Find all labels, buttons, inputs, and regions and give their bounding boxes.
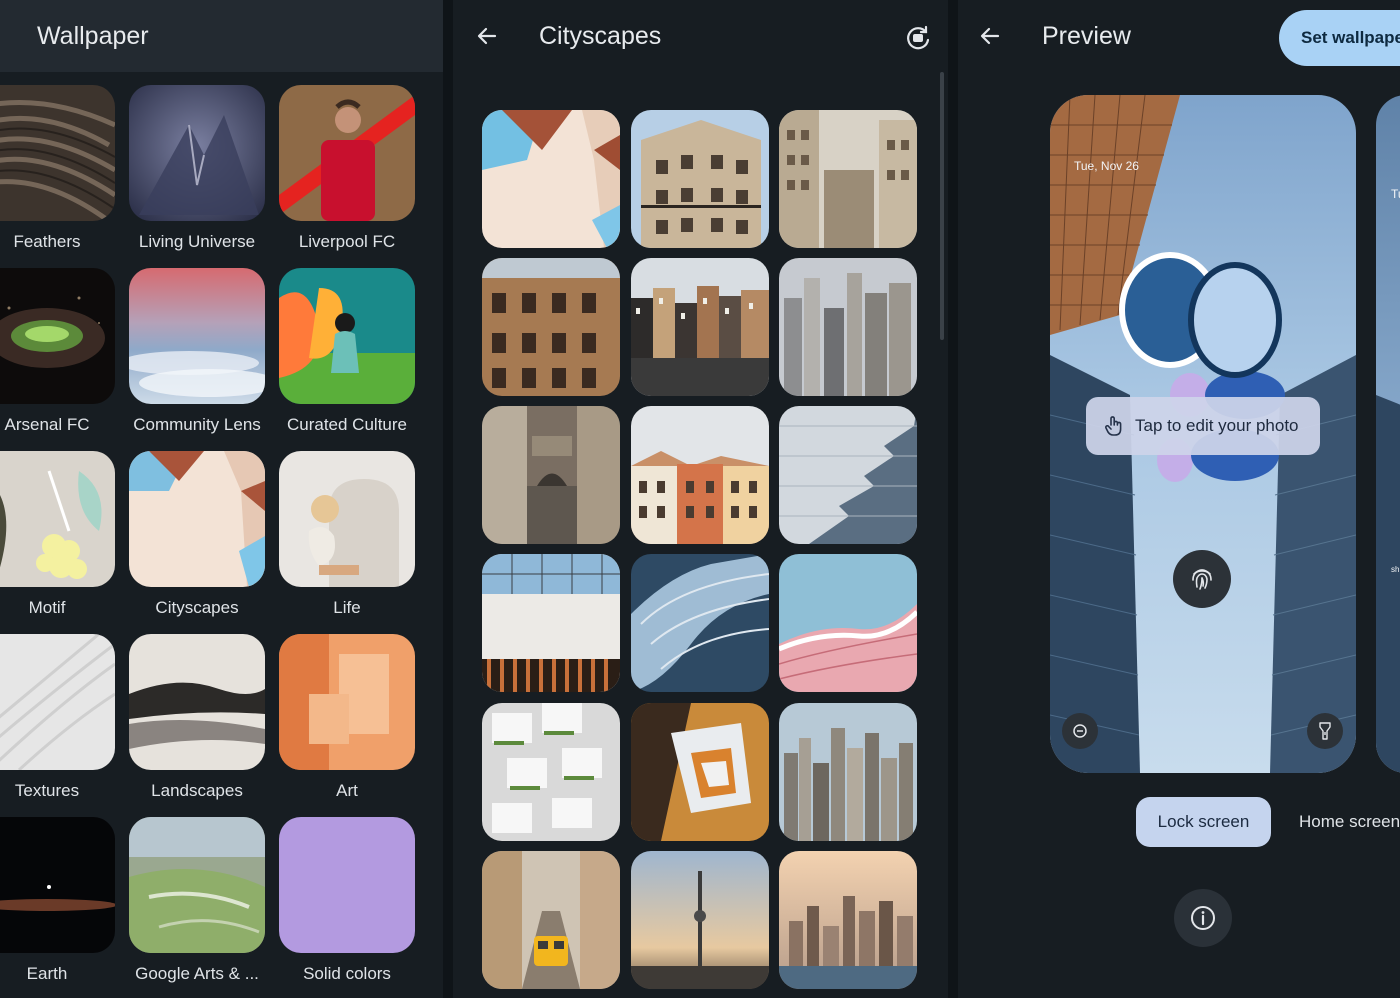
do-not-disturb-icon xyxy=(1073,724,1087,738)
category-art[interactable]: Art xyxy=(279,634,415,800)
left-shortcut-button[interactable] xyxy=(1062,713,1098,749)
tab-lock-screen[interactable]: Lock screen xyxy=(1136,797,1271,847)
page-title: Preview xyxy=(1042,22,1131,50)
edit-photo-chip[interactable]: Tap to edit your photo xyxy=(1086,397,1320,455)
page-title: Cityscapes xyxy=(539,22,662,50)
fingerprint-icon xyxy=(1192,569,1212,590)
category-community-lens[interactable]: Community Lens xyxy=(129,268,265,434)
wallpaper-tile[interactable] xyxy=(482,258,620,396)
wallpaper-tile[interactable] xyxy=(779,851,917,989)
edit-photo-hint: Tap to edit your photo xyxy=(1135,416,1299,435)
textures-thumbnail xyxy=(0,634,115,770)
wallpaper-tile[interactable] xyxy=(779,703,917,841)
category-curated-culture[interactable]: Curated Culture xyxy=(279,268,415,434)
category-motif[interactable]: Motif xyxy=(0,451,115,617)
wallpaper-tile[interactable] xyxy=(779,110,917,248)
info-icon xyxy=(1191,906,1215,930)
wallpaper-tile[interactable] xyxy=(631,406,769,544)
lock-screen-date: Tue, Nov 26 xyxy=(1074,159,1139,173)
category-arsenal-fc[interactable]: Arsenal FC xyxy=(0,268,115,434)
motif-thumbnail xyxy=(0,451,115,587)
rotate-camera-icon[interactable] xyxy=(904,24,932,52)
wallpaper-tile[interactable] xyxy=(779,406,917,544)
top-app-bar: Wallpaper xyxy=(0,0,443,72)
landscapes-thumbnail xyxy=(129,634,265,770)
flashlight-button[interactable] xyxy=(1307,713,1343,749)
page-title: Wallpaper xyxy=(37,22,149,50)
wallpaper-tile[interactable] xyxy=(482,406,620,544)
preview-panel: Preview Set wallpape Tue, Nov 26 0 xyxy=(958,0,1400,998)
cityscapes-panel: Cityscapes xyxy=(453,0,948,998)
category-label: Life xyxy=(333,598,361,617)
google-arts-thumbnail xyxy=(129,817,265,953)
wallpaper-tile[interactable] xyxy=(631,703,769,841)
category-feathers[interactable]: Feathers xyxy=(0,85,115,251)
lock-screen-preview[interactable]: Tue, Nov 26 09 Tap to edit your photo xyxy=(1050,95,1356,773)
wallpaper-tile[interactable] xyxy=(482,703,620,841)
curated-culture-thumbnail xyxy=(279,268,415,404)
wallpaper-categories-panel: Wallpaper Feathers Living Universe Liver… xyxy=(0,0,443,998)
info-button[interactable] xyxy=(1174,889,1232,947)
cityscapes-thumbnail xyxy=(129,451,265,587)
arrow-left-icon[interactable] xyxy=(475,24,499,48)
community-lens-thumbnail xyxy=(129,268,265,404)
category-landscapes[interactable]: Landscapes xyxy=(129,634,265,800)
scrollbar[interactable] xyxy=(940,72,944,340)
category-life[interactable]: Life xyxy=(279,451,415,617)
wallpaper-tile[interactable] xyxy=(779,554,917,692)
tab-home-screen[interactable]: Home screen xyxy=(1299,797,1400,847)
flashlight-icon xyxy=(1319,722,1331,740)
category-label: Art xyxy=(336,781,358,800)
top-app-bar: Cityscapes xyxy=(453,0,948,72)
wallpaper-tile[interactable] xyxy=(482,851,620,989)
wallpaper-tile[interactable] xyxy=(631,258,769,396)
feathers-thumbnail xyxy=(0,85,115,221)
arsenal-fc-thumbnail xyxy=(0,268,115,404)
wallpaper-tile[interactable] xyxy=(631,554,769,692)
category-label: Solid colors xyxy=(303,964,391,983)
top-app-bar: Preview Set wallpape xyxy=(958,0,1400,72)
category-living-universe[interactable]: Living Universe xyxy=(129,85,265,251)
category-cityscapes[interactable]: Cityscapes xyxy=(129,451,265,617)
liverpool-fc-thumbnail xyxy=(279,85,415,221)
wallpaper-tile[interactable] xyxy=(779,258,917,396)
category-solid-colors[interactable]: Solid colors xyxy=(279,817,415,983)
wallpaper-tile[interactable] xyxy=(631,110,769,248)
life-thumbnail xyxy=(279,451,415,587)
wallpaper-tile[interactable] xyxy=(482,110,620,248)
arrow-left-icon[interactable] xyxy=(978,24,1002,48)
category-label: Curated Culture xyxy=(286,415,407,434)
art-thumbnail xyxy=(279,634,415,770)
wallpaper-tile[interactable] xyxy=(482,554,620,692)
category-label: Liverpool FC xyxy=(298,232,396,251)
wallpaper-tile[interactable] xyxy=(631,851,769,989)
solid-colors-thumbnail xyxy=(279,817,415,953)
touch-icon xyxy=(1105,416,1122,436)
category-earth[interactable]: Earth xyxy=(0,817,115,983)
set-wallpaper-button[interactable]: Set wallpape xyxy=(1279,10,1400,66)
category-textures[interactable]: Textures xyxy=(0,634,115,800)
earth-thumbnail xyxy=(0,817,115,953)
home-screen-preview[interactable]: Tu sh xyxy=(1376,95,1400,773)
home-preview-date: Tu xyxy=(1391,187,1400,201)
fingerprint-button[interactable] xyxy=(1173,550,1231,608)
category-liverpool-fc[interactable]: Liverpool FC xyxy=(279,85,415,251)
living-universe-thumbnail xyxy=(129,85,265,221)
category-google-arts[interactable]: Google Arts & ... xyxy=(129,817,265,983)
home-preview-hint: sh xyxy=(1391,565,1400,574)
